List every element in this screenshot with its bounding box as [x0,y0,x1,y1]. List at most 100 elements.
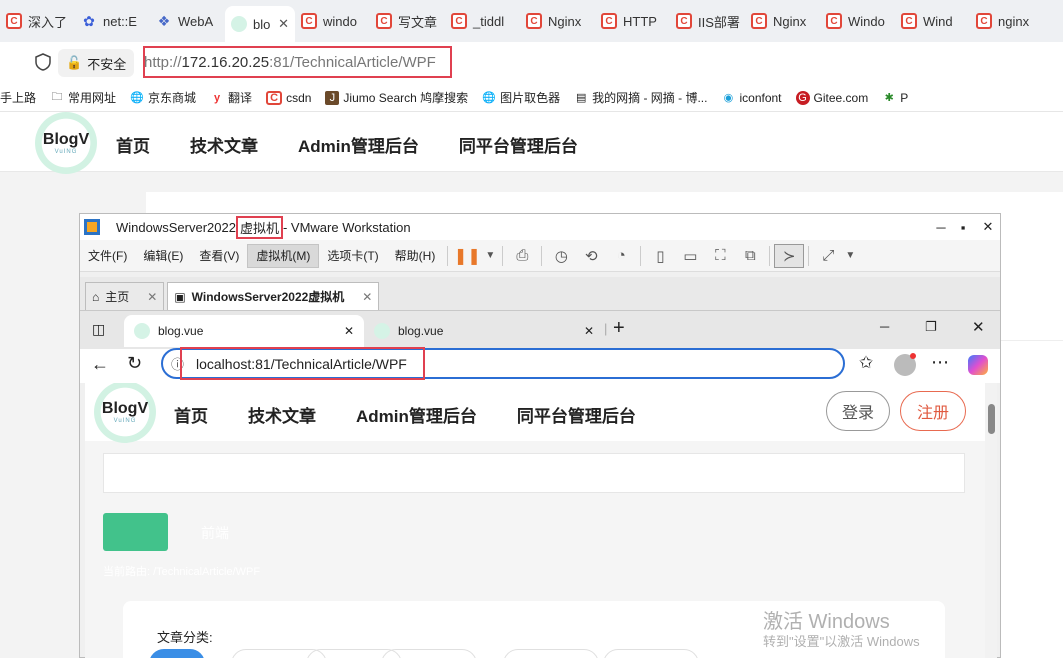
bookmark-item[interactable]: 手上路 [0,89,36,106]
close-icon[interactable]: ✕ [362,290,372,304]
nav-platform-admin[interactable]: 同平台管理后台 [459,132,578,157]
bookmark-folder[interactable]: 🗀 常用网址 [50,89,117,106]
menu-vm[interactable]: 虚拟机(M) [247,243,320,268]
insecure-badge[interactable]: 🔓 不安全 [58,49,135,77]
chevron-down-icon[interactable]: ▼ [482,244,498,268]
outer-tab[interactable]: C Wind [895,4,970,38]
outer-url-field[interactable]: http://172.16.20.25:81/TechnicalArticle/… [143,46,452,78]
close-icon[interactable]: ✕ [278,16,289,32]
nav-platform-admin[interactable]: 同平台管理后台 [517,402,636,427]
outer-tab[interactable]: C _tiddl [445,4,520,38]
outer-tab[interactable]: Cwindo [295,4,370,38]
menu-help[interactable]: 帮助(H) [387,244,444,268]
nav-tech-articles[interactable]: 技术文章 [248,402,316,427]
maximize-icon[interactable]: ▪ [951,214,975,240]
category-pill[interactable] [603,649,699,658]
csdn-icon: C [6,13,22,29]
edge-url-highlight[interactable]: localhost:81/TechnicalArticle/WPF [180,347,425,380]
unity-icon[interactable]: ⧉ [735,244,765,268]
minimize-icon[interactable]: ─ [880,319,889,334]
bookmark-item[interactable]: Ccsdn [266,90,311,105]
outer-tab[interactable]: ✿ net::E [75,4,150,38]
bookmark-item[interactable]: 🌐 图片取色器 [482,89,560,106]
outer-tab[interactable]: ❖ WebA [150,4,225,38]
bookmark-item[interactable]: ✱ P [882,91,909,105]
login-button[interactable]: 登录 [826,391,890,431]
outer-tab[interactable]: C Windo [820,4,895,38]
activation-watermark: 激活 Windows [763,611,890,633]
console-icon[interactable]: ≻ [774,243,805,268]
home-icon: ⌂ [92,289,100,304]
nav-admin[interactable]: Admin管理后台 [356,402,477,427]
bookmark-item[interactable]: G Gitee.com [795,90,868,105]
nav-home[interactable]: 首页 [174,402,208,427]
send-ctrl-alt-del-icon[interactable]: ⎙ [507,244,537,268]
scrollbar-thumb[interactable] [988,404,995,434]
category-frontend[interactable]: 前端 [201,523,229,543]
menu-edit[interactable]: 编辑(E) [135,244,191,268]
bookmark-item[interactable]: y 翻译 [210,89,252,106]
pause-icon[interactable]: ❚❚ [452,244,482,268]
snapshot-icon[interactable]: ◷ [546,244,576,268]
vmware-tab-home[interactable]: ⌂ 主页 ✕ [85,282,165,310]
category-pill[interactable] [381,649,477,658]
blogv-logo[interactable]: BlogV VuING [94,383,156,443]
menu-view[interactable]: 查看(V) [191,244,247,268]
outer-tab[interactable]: Cnginx [970,4,1045,38]
nav-home[interactable]: 首页 [116,132,150,157]
snapshot-manager-icon[interactable]: ◔ [606,244,636,268]
more-icon[interactable]: ⋯ [931,352,949,373]
green-button[interactable] [103,513,168,551]
copilot-icon[interactable] [968,355,988,375]
outer-side-panel [1000,340,1063,550]
shield-icon[interactable] [34,53,52,71]
nav-tech-articles[interactable]: 技术文章 [190,132,258,157]
sidebar-toggle-icon[interactable]: ▯ [645,244,675,268]
close-icon[interactable]: ✕ [344,324,354,338]
new-tab-icon[interactable]: + [613,317,625,340]
favorites-icon[interactable]: ✩ [859,353,873,373]
restore-icon[interactable]: ❐ [925,319,937,335]
outer-tab[interactable]: C Nginx [520,4,595,38]
outer-tab[interactable]: C HTTP [595,4,670,38]
thumbnail-bar-icon[interactable]: ▭ [675,244,705,268]
csdn-icon: C [826,13,842,29]
close-icon[interactable]: ✕ [976,214,1000,240]
edge-tab-bar: ◫ blog.vue ✕ blog.vue ✕ | + ─ ❐ ✕ [80,311,1000,349]
back-arrow-icon[interactable]: ← [91,354,109,375]
bookmark-item[interactable]: ◉ iconfont [721,91,782,105]
outer-tab[interactable]: C 深入了 [0,4,75,38]
close-icon[interactable]: ✕ [972,318,985,336]
outer-tab[interactable]: C IIS部署 [670,4,745,38]
revert-snapshot-icon[interactable]: ⟲ [576,244,606,268]
blogv-logo[interactable]: BlogV VuING [35,112,97,174]
outer-tab[interactable]: C Nginx [745,4,820,38]
menu-file[interactable]: 文件(F) [80,244,135,268]
minimize-icon[interactable]: ─ [929,214,953,240]
nav-admin[interactable]: Admin管理后台 [298,132,419,157]
outer-tab-active[interactable]: blo ✕ [225,6,295,42]
category-label: 文章分类: [157,630,213,645]
refresh-icon[interactable]: ↻ [127,353,142,374]
register-button[interactable]: 注册 [900,391,966,431]
tab-actions-icon[interactable]: ◫ [92,321,105,338]
separator [447,245,449,266]
edge-tab[interactable]: blog.vue ✕ [364,315,604,347]
outer-tab[interactable]: C 写文章 [370,4,445,38]
bookmark-item[interactable]: 🌐 京东商城 [130,89,196,106]
category-pill[interactable] [503,649,599,658]
fullscreen-icon[interactable]: ⤢ [813,244,843,268]
menu-tabs[interactable]: 选项卡(T) [319,244,386,268]
bookmark-item[interactable]: ▤ 我的网摘 - 网摘 - 博... [574,89,708,106]
gear-icon: ✱ [884,92,894,104]
close-icon[interactable]: ✕ [584,324,594,338]
bookmark-item[interactable]: J Jiumo Search 鸠摩搜索 [325,89,468,106]
separator [502,245,504,266]
fit-guest-icon[interactable]: ⛶ [705,244,735,268]
edge-tab-active[interactable]: blog.vue ✕ [124,315,364,347]
category-pill-active[interactable] [149,649,205,658]
vmware-tab-vm[interactable]: ▣ WindowsServer2022虚拟机 ✕ [167,282,380,310]
close-icon[interactable]: ✕ [147,290,157,304]
search-box[interactable] [103,453,965,493]
chevron-down-icon[interactable]: ▼ [843,244,857,268]
